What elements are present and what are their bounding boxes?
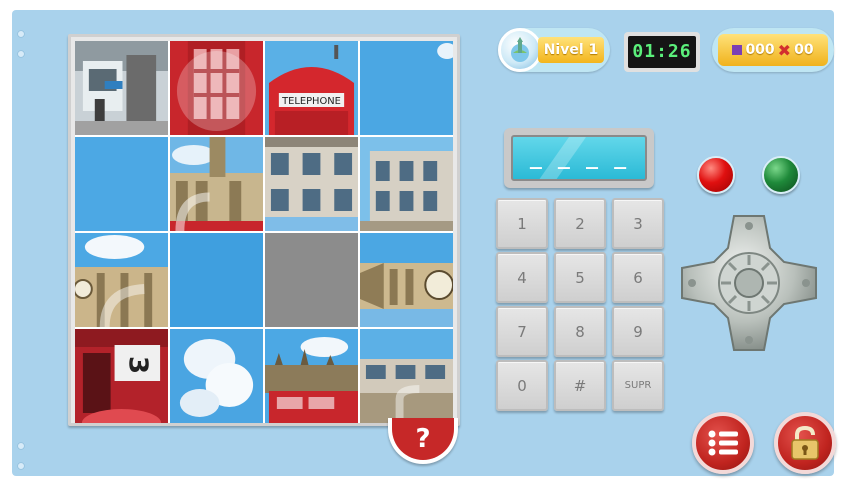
level-label: Nivel 1 (538, 37, 604, 63)
puzzle-tile-building-rotated[interactable] (360, 329, 453, 423)
green-indicator-light (762, 156, 800, 194)
rail-hole (17, 442, 25, 450)
direction-pad-icon[interactable] (678, 212, 820, 354)
puzzle-empty-slot[interactable] (265, 233, 358, 327)
telephone-sign-text: TELEPHONE (281, 96, 341, 107)
timer-display: 01:26 (628, 36, 696, 68)
score-panel: 000 ✖ 00 (718, 34, 828, 66)
rail-hole (17, 462, 25, 470)
key-4[interactable]: 4 (496, 252, 548, 303)
puzzle-tile-clouds[interactable] (170, 329, 263, 423)
code-display: _ _ _ _ (504, 128, 654, 188)
puzzle-tile-building-facade[interactable] (360, 137, 453, 231)
key-0[interactable]: 0 (496, 360, 548, 411)
keypad: 1 2 3 4 5 6 7 8 9 0 # SUPR (496, 198, 668, 414)
svg-text:3: 3 (122, 356, 152, 374)
key-3[interactable]: 3 (612, 198, 664, 249)
key-hash[interactable]: # (554, 360, 606, 411)
padlock-icon (791, 425, 819, 460)
key-9[interactable]: 9 (612, 306, 664, 357)
lock-button[interactable] (774, 412, 836, 474)
rail-hole (17, 50, 25, 58)
statue-of-liberty-globe-icon (498, 28, 542, 72)
level-indicator: Nivel 1 (498, 28, 610, 72)
key-7[interactable]: 7 (496, 306, 548, 357)
code-screen: _ _ _ _ (511, 135, 647, 181)
red-indicator-light (697, 156, 735, 194)
key-5[interactable]: 5 (554, 252, 606, 303)
puzzle-tile-red-phone-box[interactable] (170, 41, 263, 135)
puzzle-tile-tower-base[interactable] (170, 137, 263, 231)
key-delete[interactable]: SUPR (612, 360, 664, 411)
puzzle-tile-sky[interactable] (170, 233, 263, 327)
puzzle-tile-building-facade[interactable] (265, 137, 358, 231)
correct-square-icon (732, 45, 743, 55)
puzzle-tile-sky-clouds[interactable] (75, 233, 168, 327)
menu-button[interactable] (692, 412, 754, 474)
puzzle-tile-parliament-bus[interactable] (265, 329, 358, 423)
puzzle-tile-clock-tower[interactable] (360, 233, 453, 327)
puzzle-board: TELEPHONE 3 (68, 34, 460, 426)
key-1[interactable]: 1 (496, 198, 548, 249)
timer: 01:26 (624, 32, 700, 72)
puzzle-tile-red-bus[interactable]: 3 (75, 329, 168, 423)
puzzle-tile-sky[interactable] (75, 137, 168, 231)
key-6[interactable]: 6 (612, 252, 664, 303)
score-wrong: 00 (794, 42, 814, 58)
key-8[interactable]: 8 (554, 306, 606, 357)
puzzle-grid: TELEPHONE 3 (75, 41, 453, 423)
rail-hole (17, 30, 25, 38)
key-2[interactable]: 2 (554, 198, 606, 249)
score-indicator: 000 ✖ 00 (712, 28, 834, 72)
puzzle-tile-bus-stop[interactable] (75, 41, 168, 135)
puzzle-tile-sky[interactable] (360, 41, 453, 135)
score-correct: 000 (745, 42, 775, 58)
puzzle-tile-telephone-sign[interactable]: TELEPHONE (265, 41, 358, 135)
list-menu-icon (708, 430, 738, 456)
wrong-x-icon: ✖ (777, 40, 792, 60)
